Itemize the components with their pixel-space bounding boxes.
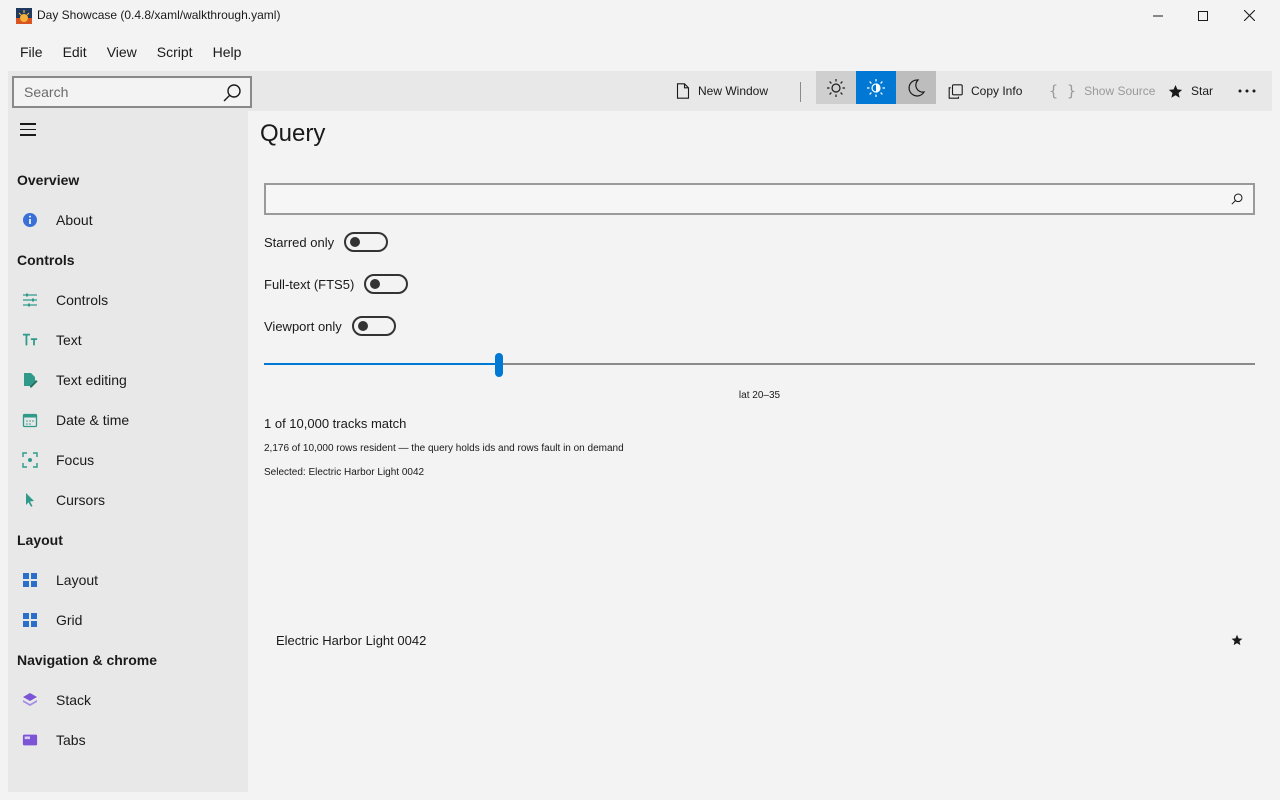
edit-icon <box>22 372 38 388</box>
menu-bar: File Edit View Script Help <box>0 36 251 68</box>
maximize-icon <box>1198 10 1208 21</box>
toolbar: New Window Copy Info { } Show Source <box>8 71 1272 111</box>
full-text-label: Full-text (FTS5) <box>264 276 355 292</box>
slider-fill <box>264 363 499 365</box>
sidebar-item-tabs[interactable]: Tabs <box>8 722 248 758</box>
new-window-button[interactable]: New Window <box>676 71 768 111</box>
text-icon <box>22 332 38 348</box>
sidebar-item-layout[interactable]: Layout <box>8 562 248 598</box>
viewport-only-toggle[interactable] <box>351 316 396 336</box>
more-icon <box>1238 89 1256 93</box>
braces-icon: { } <box>1049 82 1077 100</box>
document-icon <box>676 83 690 99</box>
sidebar-item-stack[interactable]: Stack <box>8 682 248 718</box>
auto-brightness-icon <box>867 78 885 97</box>
search-icon[interactable] <box>222 83 242 103</box>
info-icon <box>22 212 38 228</box>
menu-view[interactable]: View <box>97 36 147 68</box>
sidebar-item-text-editing[interactable]: Text editing <box>8 362 248 398</box>
auto-theme-button[interactable] <box>856 71 896 104</box>
page-title: Query <box>260 120 326 147</box>
section-layout: Layout <box>17 532 63 548</box>
search-box <box>12 76 252 108</box>
sidebar-item-controls[interactable]: Controls <box>8 282 248 318</box>
calendar-icon <box>22 412 38 428</box>
show-source-label: Show Source <box>1084 84 1156 98</box>
selected-info: Selected: Electric Harbor Light 0042 <box>264 467 425 478</box>
title-bar: Day Showcase (0.4.8/xaml/walkthrough.yam… <box>0 0 1280 31</box>
copy-icon <box>948 83 963 99</box>
tabs-icon <box>22 732 38 748</box>
sidebar-item-date-time[interactable]: Date & time <box>8 402 248 438</box>
maximize-button[interactable] <box>1180 0 1226 31</box>
minimize-button[interactable] <box>1135 0 1181 31</box>
list-item[interactable]: Electric Harbor Light 0042 <box>264 626 1255 656</box>
close-button[interactable] <box>1226 0 1272 31</box>
cursor-icon <box>22 492 38 508</box>
slider-thumb[interactable] <box>495 353 503 377</box>
star-icon[interactable] <box>1230 633 1244 647</box>
toolbar-divider <box>800 82 801 102</box>
sun-icon <box>827 78 845 97</box>
grid-icon <box>22 612 38 628</box>
full-text-row: Full-text (FTS5) <box>264 273 409 295</box>
layout-icon <box>22 572 38 588</box>
focus-icon <box>22 452 38 468</box>
star-icon <box>1168 84 1183 98</box>
track-title: Electric Harbor Light 0042 <box>276 633 427 648</box>
app-icon <box>16 8 32 24</box>
query-input[interactable] <box>266 185 1216 213</box>
sidebar-item-cursors[interactable]: Cursors <box>8 482 248 518</box>
search-input[interactable] <box>14 78 214 106</box>
sidebar-item-focus[interactable]: Focus <box>8 442 248 478</box>
resident-info: 2,176 of 10,000 rows resident — the quer… <box>264 443 624 454</box>
full-text-toggle[interactable] <box>364 274 409 294</box>
match-count: 1 of 10,000 tracks match <box>264 416 407 431</box>
new-window-label: New Window <box>698 84 769 98</box>
copy-info-button[interactable]: Copy Info <box>948 71 1022 111</box>
starred-only-label: Starred only <box>264 234 335 250</box>
dark-theme-button[interactable] <box>896 71 936 104</box>
section-navigation-chrome: Navigation & chrome <box>17 652 158 668</box>
star-label: Star <box>1191 84 1214 98</box>
viewport-only-label: Viewport only <box>264 318 342 334</box>
latitude-slider[interactable] <box>264 353 1255 377</box>
starred-only-toggle[interactable] <box>344 232 389 252</box>
window-title: Day Showcase (0.4.8/xaml/walkthrough.yam… <box>37 8 281 22</box>
show-source-button[interactable]: { } Show Source <box>1049 71 1155 111</box>
close-icon <box>1243 10 1255 21</box>
slider-caption: lat 20–35 <box>738 390 781 401</box>
stack-icon <box>22 692 38 708</box>
minimize-icon <box>1153 15 1163 16</box>
query-search-icon[interactable] <box>1231 193 1243 205</box>
section-overview: Overview <box>17 172 80 188</box>
menu-help[interactable]: Help <box>203 36 252 68</box>
sliders-icon <box>22 292 38 308</box>
query-box <box>264 183 1255 215</box>
section-controls: Controls <box>17 252 75 268</box>
sidebar-item-text[interactable]: Text <box>8 322 248 358</box>
menu-script[interactable]: Script <box>147 36 203 68</box>
sidebar-item-grid[interactable]: Grid <box>8 602 248 638</box>
copy-info-label: Copy Info <box>971 84 1023 98</box>
more-options-button[interactable] <box>1238 71 1264 111</box>
sidebar-item-about[interactable]: About <box>8 202 248 238</box>
sidebar: Overview About Controls Controls Text Te… <box>8 111 248 792</box>
star-button[interactable]: Star <box>1168 71 1213 111</box>
light-theme-button[interactable] <box>816 71 856 104</box>
viewport-only-row: Viewport only <box>264 315 396 337</box>
hamburger-menu-icon[interactable] <box>20 123 36 137</box>
moon-icon <box>908 78 926 97</box>
menu-file[interactable]: File <box>0 36 53 68</box>
starred-only-row: Starred only <box>264 231 389 253</box>
menu-edit[interactable]: Edit <box>53 36 97 68</box>
